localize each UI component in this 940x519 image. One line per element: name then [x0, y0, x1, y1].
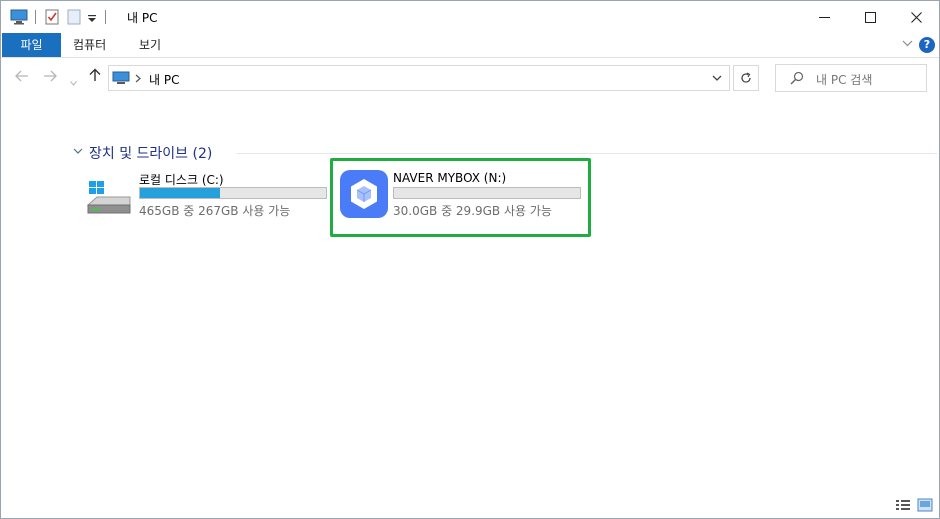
forward-arrow-icon[interactable] [43, 68, 57, 86]
ribbon-tabs: 파일 컴퓨터 보기 ? [1, 33, 939, 58]
collapse-group-chevron-icon[interactable] [73, 148, 83, 155]
devices-drives-header[interactable]: 장치 및 드라이브 (2) [89, 143, 212, 163]
address-path[interactable]: 내 PC [149, 71, 179, 88]
drive-capacity: 465GB 중 267GB 사용 가능 [139, 204, 291, 218]
details-view-icon[interactable] [895, 498, 911, 512]
large-icons-view-icon[interactable] [917, 498, 933, 512]
title-bar: 내 PC [1, 1, 939, 33]
drive-label: 로컬 디스크 (C:) [139, 173, 224, 187]
help-button[interactable]: ? [919, 37, 935, 53]
drive-usage-bar [139, 187, 327, 199]
tab-view[interactable]: 보기 [139, 33, 161, 57]
tab-computer[interactable]: 컴퓨터 [73, 33, 106, 57]
window-title: 내 PC [127, 11, 158, 25]
this-pc-icon [10, 9, 28, 25]
refresh-button[interactable] [733, 65, 759, 91]
properties-icon[interactable] [45, 9, 59, 25]
search-box[interactable]: 내 PC 검색 [775, 64, 927, 92]
recent-locations-chevron-icon[interactable] [70, 72, 77, 90]
address-bar[interactable]: 내 PC [108, 65, 730, 91]
search-input[interactable]: 내 PC 검색 [816, 71, 872, 88]
highlight-box [330, 158, 591, 237]
close-icon [910, 11, 922, 23]
quick-access-separator [35, 10, 36, 24]
tab-file[interactable]: 파일 [2, 33, 61, 57]
maximize-button[interactable] [847, 1, 893, 33]
minimize-icon [818, 16, 830, 18]
navigation-bar: 내 PC 내 PC 검색 [1, 58, 939, 98]
group-divider [237, 153, 937, 154]
breadcrumb-chevron-icon[interactable] [135, 74, 141, 83]
refresh-icon [741, 72, 751, 83]
close-button[interactable] [893, 1, 939, 33]
maximize-icon [864, 11, 876, 23]
new-folder-icon[interactable] [67, 9, 81, 25]
explorer-window: 내 PC 파일 컴퓨터 보기 ? 내 PC 내 PC 검색 장치 및 드라이브 … [0, 0, 940, 519]
minimize-button[interactable] [801, 1, 847, 33]
search-icon [790, 71, 804, 85]
address-pc-icon [112, 71, 130, 84]
drive-usage-fill [140, 188, 220, 198]
title-separator [105, 10, 106, 24]
customize-toolbar-chevron-icon[interactable] [87, 9, 97, 25]
back-arrow-icon[interactable] [15, 68, 29, 86]
windows-drive-icon [87, 181, 131, 214]
address-dropdown-chevron-icon[interactable] [712, 75, 722, 82]
expand-ribbon-chevron-icon[interactable] [902, 37, 913, 50]
up-arrow-icon[interactable] [89, 68, 101, 86]
